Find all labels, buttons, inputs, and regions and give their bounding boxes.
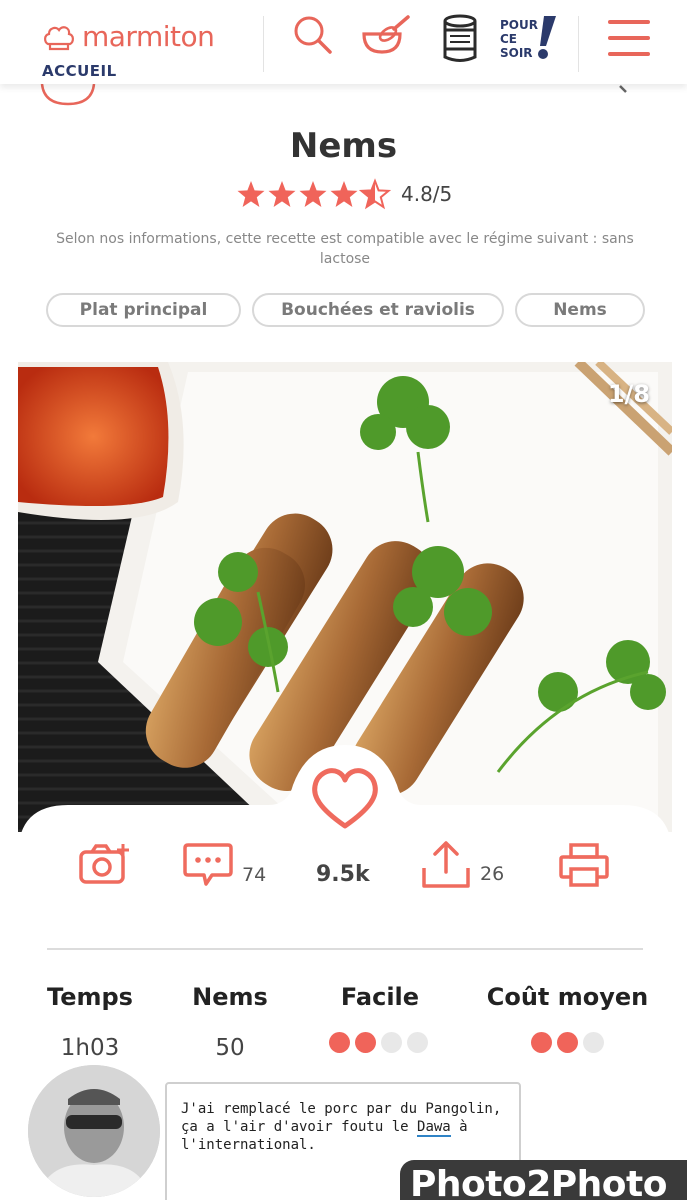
level-dot <box>355 1032 376 1053</box>
pantry-button[interactable] <box>440 14 480 68</box>
favorite-button[interactable] <box>305 760 385 840</box>
cost-label: Coût moyen <box>486 983 649 1011</box>
star-icon <box>268 181 296 207</box>
share-button[interactable]: 26 <box>420 838 504 890</box>
comments-button[interactable]: 74 <box>182 842 266 888</box>
level-dot <box>329 1032 350 1053</box>
search-icon <box>294 16 332 54</box>
difficulty-indicator <box>329 1032 428 1053</box>
share-upload-icon <box>422 841 470 888</box>
watermark: Photo2Photo <box>400 1160 687 1200</box>
header-divider <box>263 16 264 72</box>
user-avatar <box>28 1065 160 1197</box>
level-dot <box>407 1032 428 1053</box>
whisk-bowl-icon <box>362 15 410 54</box>
header-divider-2 <box>578 16 579 72</box>
tag-chip[interactable]: Plat principal <box>46 293 241 327</box>
likes-count: 9.5k <box>316 862 370 887</box>
tag-list: Plat principal Bouchées et raviolis Nems <box>0 293 687 327</box>
comment-bubble-icon <box>183 843 233 886</box>
pour-ce-soir-button[interactable]: POUR CE SOIR <box>500 16 564 66</box>
menu-button[interactable] <box>608 18 650 62</box>
printer-icon <box>559 843 609 887</box>
search-button[interactable] <box>292 14 336 62</box>
author-avatar-partial <box>40 84 96 106</box>
time-value: 1h03 <box>60 1035 120 1061</box>
cost-indicator <box>531 1032 604 1053</box>
rating-stars <box>237 178 392 210</box>
logo-text: marmiton <box>82 20 215 53</box>
tag-chip[interactable]: Bouchées et raviolis <box>252 293 504 327</box>
time-label: Temps <box>47 983 133 1011</box>
recipe-rating[interactable]: 4.8/5 <box>237 178 452 210</box>
watermark-text: Photo2Photo <box>410 1164 667 1200</box>
whisk-button[interactable] <box>360 12 414 62</box>
comment-link[interactable]: Dawa <box>417 1119 451 1137</box>
difficulty-label: Facile <box>340 983 420 1011</box>
photo-counter: 1/8 <box>607 380 650 408</box>
add-photo-button[interactable] <box>78 842 132 886</box>
tag-chip[interactable]: Nems <box>515 293 645 327</box>
level-dot <box>381 1032 402 1053</box>
hamburger-menu-icon <box>608 20 650 56</box>
top-header: marmiton ACCUEIL POUR CE SOIR <box>0 0 687 84</box>
shares-count: 26 <box>480 863 505 885</box>
diet-note: Selon nos informations, cette recette es… <box>56 231 634 267</box>
can-icon <box>443 14 477 62</box>
star-icon <box>299 181 327 207</box>
user-photo <box>28 1065 160 1197</box>
servings-value: 50 <box>215 1035 245 1061</box>
rating-value: 4.8/5 <box>401 182 453 206</box>
section-divider <box>47 948 643 950</box>
level-dot <box>557 1032 578 1053</box>
camera-plus-icon <box>79 844 129 884</box>
star-icon <box>358 178 392 210</box>
level-dot <box>531 1032 552 1053</box>
print-button[interactable] <box>558 842 610 888</box>
marmiton-logo[interactable]: marmiton <box>42 20 215 53</box>
recipe-title: Nems <box>289 126 398 166</box>
comments-count: 74 <box>242 864 267 886</box>
star-icon <box>237 181 265 207</box>
exclamation-icon <box>538 16 556 59</box>
servings-label: Nems <box>192 983 268 1011</box>
chef-hat-icon <box>44 25 74 50</box>
chevron-icon <box>619 85 627 93</box>
star-icon <box>330 181 358 207</box>
heart-icon <box>312 768 378 829</box>
home-link[interactable]: ACCUEIL <box>42 62 117 80</box>
level-dot <box>583 1032 604 1053</box>
